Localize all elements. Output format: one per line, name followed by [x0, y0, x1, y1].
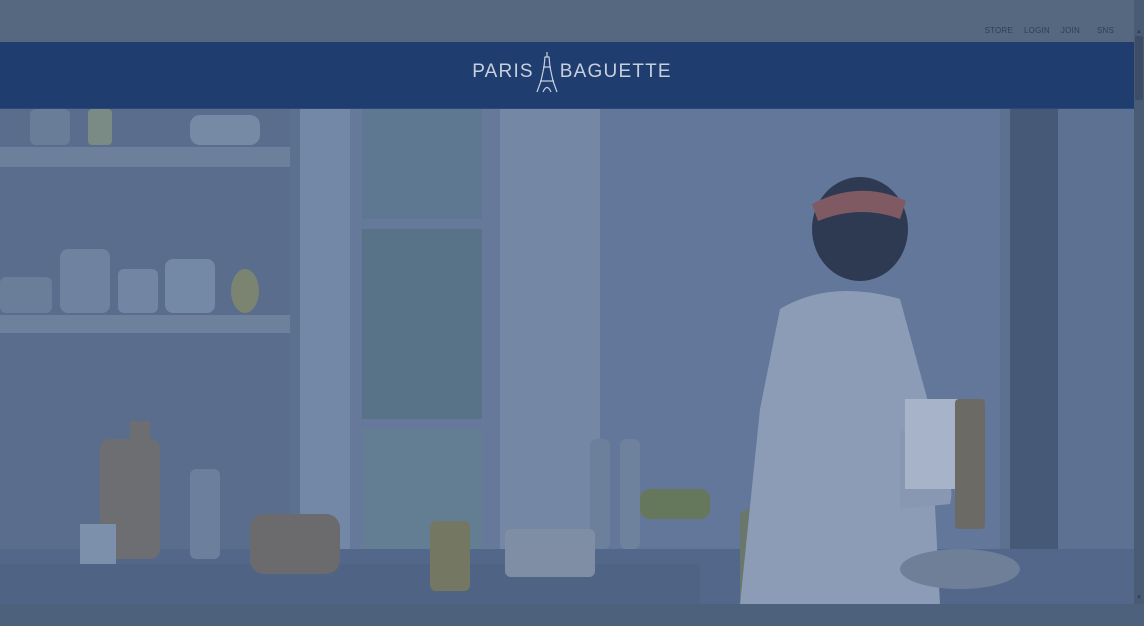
- page-scrollbar[interactable]: ▲ ▼: [1134, 0, 1144, 604]
- kitchen-photo: [0, 109, 1134, 604]
- sns-link[interactable]: SNS: [1097, 26, 1114, 35]
- scroll-down-arrow-icon[interactable]: ▼: [1135, 594, 1143, 602]
- utility-bar: STORE LOGIN JOIN SNS: [0, 0, 1134, 42]
- scroll-up-arrow-icon[interactable]: ▲: [1135, 28, 1143, 36]
- site-header: PARIS BAGUETTE: [0, 42, 1134, 109]
- eiffel-tower-icon: [536, 52, 558, 93]
- logo-text-right: BAGUETTE: [559, 61, 672, 82]
- store-link[interactable]: STORE: [985, 26, 1013, 35]
- bottom-strip: [0, 604, 1144, 626]
- hero-banner: [0, 109, 1134, 604]
- login-link[interactable]: LOGIN: [1024, 26, 1050, 35]
- join-link[interactable]: JOIN: [1061, 26, 1080, 35]
- brand-logo[interactable]: PARIS BAGUETTE: [470, 50, 674, 94]
- logo-text-left: PARIS: [472, 61, 534, 82]
- scroll-thumb[interactable]: [1135, 36, 1143, 100]
- utility-nav: STORE LOGIN JOIN SNS: [985, 26, 1114, 35]
